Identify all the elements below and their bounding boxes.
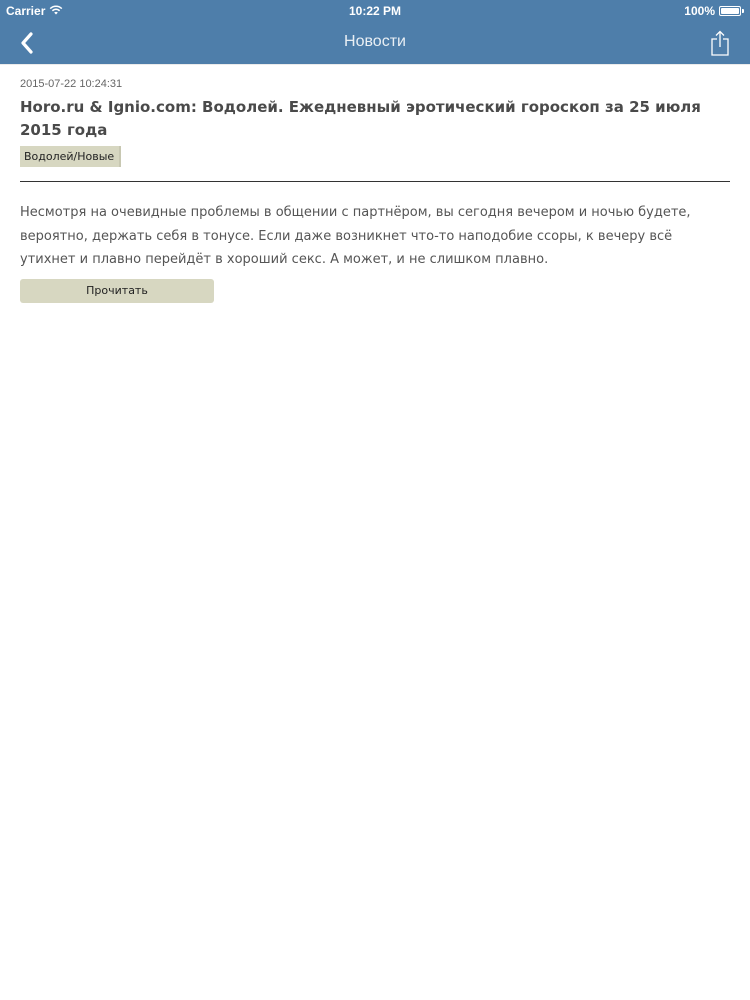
- article-title: Horo.ru & Ignio.com: Водолей. Ежедневный…: [20, 98, 701, 139]
- nav-title: Новости: [344, 33, 406, 50]
- battery-label: 100%: [684, 4, 715, 18]
- category-tag[interactable]: Водолей/Новые: [20, 146, 122, 167]
- share-button[interactable]: [706, 28, 734, 58]
- status-time: 10:22 PM: [348, 4, 402, 18]
- battery-icon: [719, 6, 741, 16]
- status-battery: 100%: [684, 4, 744, 18]
- article-date: 2015-07-22 10:24:31: [20, 78, 123, 90]
- battery-tip: [742, 9, 744, 13]
- status-bar: Carrier 10:22 PM 100%: [0, 0, 750, 22]
- share-icon: [711, 30, 729, 56]
- navigation-bar: Новости: [0, 22, 750, 64]
- article-content: 2015-07-22 10:24:31 Horo.ru & Ignio.com:…: [20, 78, 730, 303]
- divider: [20, 181, 730, 182]
- article-body: Несмотря на очевидные проблемы в общении…: [20, 205, 691, 267]
- read-button[interactable]: Прочитать: [20, 278, 214, 303]
